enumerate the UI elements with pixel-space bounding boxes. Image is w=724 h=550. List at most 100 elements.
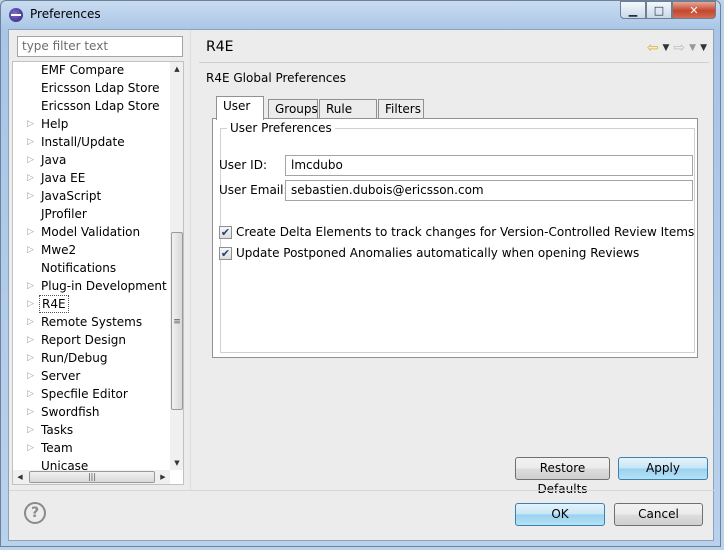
tree-item-label: Mwe2 bbox=[41, 243, 77, 257]
title-bar[interactable]: Preferences ▁ □ ✕ bbox=[1, 1, 720, 29]
tab-user[interactable]: User bbox=[216, 96, 264, 120]
help-icon[interactable]: ? bbox=[24, 502, 46, 524]
scroll-left-arrow-icon[interactable]: ◀ bbox=[13, 470, 27, 484]
back-dropdown-icon[interactable]: ▼ bbox=[663, 43, 670, 53]
tree-item[interactable]: ▷ R4E bbox=[13, 295, 168, 313]
user-id-label: User ID: bbox=[219, 158, 267, 172]
eclipse-icon bbox=[9, 8, 23, 22]
expand-arrow-icon[interactable]: ▷ bbox=[27, 439, 34, 457]
expand-arrow-icon[interactable]: ▷ bbox=[27, 277, 34, 295]
expand-arrow-icon[interactable]: ▷ bbox=[27, 349, 34, 367]
update-postponed-anomalies-label: Update Postponed Anomalies automatically… bbox=[236, 246, 640, 260]
update-postponed-anomalies-checkbox-row[interactable]: ✔ Update Postponed Anomalies automatical… bbox=[219, 246, 639, 260]
tree-item[interactable]: ▷ Swordfish bbox=[13, 403, 168, 421]
tab-filters[interactable]: Filters bbox=[378, 99, 424, 119]
tree-item[interactable]: ▷ Model Validation bbox=[13, 223, 168, 241]
tree-item-label: Help bbox=[41, 117, 69, 131]
tree-item-label: Plug-in Development bbox=[41, 279, 167, 293]
apply-button[interactable]: Apply bbox=[618, 457, 708, 480]
maximize-button[interactable]: □ bbox=[646, 1, 672, 19]
tree-item[interactable]: ▷ JavaScript bbox=[13, 187, 168, 205]
view-menu-icon[interactable]: ▼ bbox=[700, 43, 707, 53]
expand-arrow-icon[interactable]: ▷ bbox=[27, 133, 34, 151]
expand-arrow-icon[interactable]: ▷ bbox=[27, 421, 34, 439]
forward-dropdown-icon[interactable]: ▼ bbox=[689, 43, 696, 53]
expand-arrow-icon[interactable]: ▷ bbox=[27, 223, 34, 241]
tree-item[interactable]: ▷ Plug-in Development bbox=[13, 277, 168, 295]
tree-item[interactable]: Notifications bbox=[13, 259, 168, 277]
update-postponed-anomalies-checkbox[interactable]: ✔ bbox=[219, 246, 232, 260]
expand-arrow-icon[interactable]: ▷ bbox=[27, 295, 34, 313]
filter-input[interactable]: type filter text bbox=[17, 36, 183, 57]
tree-item-label: Ericsson Ldap Store bbox=[41, 99, 160, 113]
forward-arrow-icon[interactable]: ⇨ bbox=[673, 40, 685, 56]
tab-rule-sets[interactable]: Rule Sets bbox=[319, 99, 377, 134]
restore-defaults-button[interactable]: Restore Defaults bbox=[515, 457, 610, 496]
tree-item[interactable]: ▷ Java bbox=[13, 151, 168, 169]
scroll-right-arrow-icon[interactable]: ▶ bbox=[156, 470, 170, 484]
tree-item[interactable]: Ericsson Ldap Store bbox=[13, 97, 168, 115]
tree-item[interactable]: ▷ Team bbox=[13, 439, 168, 457]
scroll-up-arrow-icon[interactable]: ▲ bbox=[170, 62, 183, 76]
create-delta-elements-label: Create Delta Elements to track changes f… bbox=[236, 225, 695, 239]
tree-item[interactable]: ▷ Server bbox=[13, 367, 168, 385]
tree-item-label: Swordfish bbox=[41, 405, 100, 419]
tree-item[interactable]: ▷ Specfile Editor bbox=[13, 385, 168, 403]
group-title: User Preferences bbox=[227, 121, 335, 135]
tree-vertical-scrollbar[interactable]: ▲ ≡ ▼ bbox=[170, 62, 183, 470]
expand-arrow-icon[interactable]: ▷ bbox=[27, 331, 34, 349]
bottom-separator bbox=[9, 490, 715, 491]
back-arrow-icon[interactable]: ⇦ bbox=[647, 40, 659, 56]
page-title: R4E bbox=[206, 39, 234, 55]
tree-item-label: Server bbox=[41, 369, 81, 383]
expand-arrow-icon[interactable]: ▷ bbox=[27, 151, 34, 169]
expand-arrow-icon[interactable]: ▷ bbox=[27, 313, 34, 331]
expand-arrow-icon[interactable]: ▷ bbox=[27, 385, 34, 403]
tree-item[interactable]: ▷ Tasks bbox=[13, 421, 168, 439]
page-description: R4E Global Preferences bbox=[206, 71, 347, 85]
tree-item[interactable]: ▷ Mwe2 bbox=[13, 241, 168, 259]
tree-horizontal-scrollbar[interactable]: ◀ ||| ▶ bbox=[13, 470, 170, 484]
tree-item-label: Remote Systems bbox=[41, 315, 143, 329]
tab-groups[interactable]: Groups bbox=[268, 99, 318, 119]
tree-item-label: Team bbox=[41, 441, 73, 455]
tree-item[interactable]: EMF Compare bbox=[13, 62, 168, 79]
expand-arrow-icon[interactable]: ▷ bbox=[27, 241, 34, 259]
user-email-field[interactable]: sebastien.dubois@ericsson.com bbox=[285, 180, 693, 201]
scroll-thumb[interactable]: ≡ bbox=[171, 232, 183, 410]
tree-item[interactable]: ▷ Java EE bbox=[13, 169, 168, 187]
create-delta-elements-checkbox[interactable]: ✔ bbox=[219, 225, 232, 239]
tree-item-label: Tasks bbox=[41, 423, 74, 437]
cancel-button[interactable]: Cancel bbox=[614, 503, 703, 526]
expand-arrow-icon[interactable]: ▷ bbox=[27, 403, 34, 421]
expand-arrow-icon[interactable]: ▷ bbox=[27, 169, 34, 187]
expand-arrow-icon[interactable]: ▷ bbox=[27, 367, 34, 385]
tree-item-label: EMF Compare bbox=[41, 63, 125, 77]
minimize-button[interactable]: ▁ bbox=[620, 1, 646, 19]
tree-item[interactable]: Ericsson Ldap Store bbox=[13, 79, 168, 97]
tree-item-label: JProfiler bbox=[41, 207, 87, 221]
expand-arrow-icon[interactable]: ▷ bbox=[27, 115, 34, 133]
close-button[interactable]: ✕ bbox=[672, 1, 716, 19]
tree-item-label: Ericsson Ldap Store bbox=[41, 81, 160, 95]
expand-arrow-icon[interactable]: ▷ bbox=[27, 187, 34, 205]
tree-item[interactable]: ▷ Remote Systems bbox=[13, 313, 168, 331]
user-email-label: User Email: bbox=[219, 183, 288, 197]
tree-item[interactable]: ▷ Report Design bbox=[13, 331, 168, 349]
horizontal-scroll-thumb[interactable]: ||| bbox=[29, 471, 155, 483]
tree-item-label: Java EE bbox=[41, 171, 86, 185]
preference-tree: EMF Compare Ericsson Ldap Store Ericsson L… bbox=[12, 61, 184, 485]
window-title: Preferences bbox=[30, 7, 101, 21]
scroll-down-arrow-icon[interactable]: ▼ bbox=[170, 456, 183, 470]
tree-item[interactable]: ▷ Help bbox=[13, 115, 168, 133]
tree-item-label: Java bbox=[41, 153, 67, 167]
create-delta-elements-checkbox-row[interactable]: ✔ Create Delta Elements to track changes… bbox=[219, 225, 694, 239]
page-header: R4E ⇦ ▼ ⇨ ▼ ▼ bbox=[199, 36, 709, 62]
tree-item[interactable]: ▷ Run/Debug bbox=[13, 349, 168, 367]
user-id-field[interactable]: lmcdubo bbox=[285, 155, 693, 176]
tree-item-label: JavaScript bbox=[41, 189, 102, 203]
tree-item[interactable]: ▷ Install/Update bbox=[13, 133, 168, 151]
ok-button[interactable]: OK bbox=[515, 503, 605, 526]
tree-item[interactable]: JProfiler bbox=[13, 205, 168, 223]
sash-divider[interactable] bbox=[190, 30, 191, 490]
